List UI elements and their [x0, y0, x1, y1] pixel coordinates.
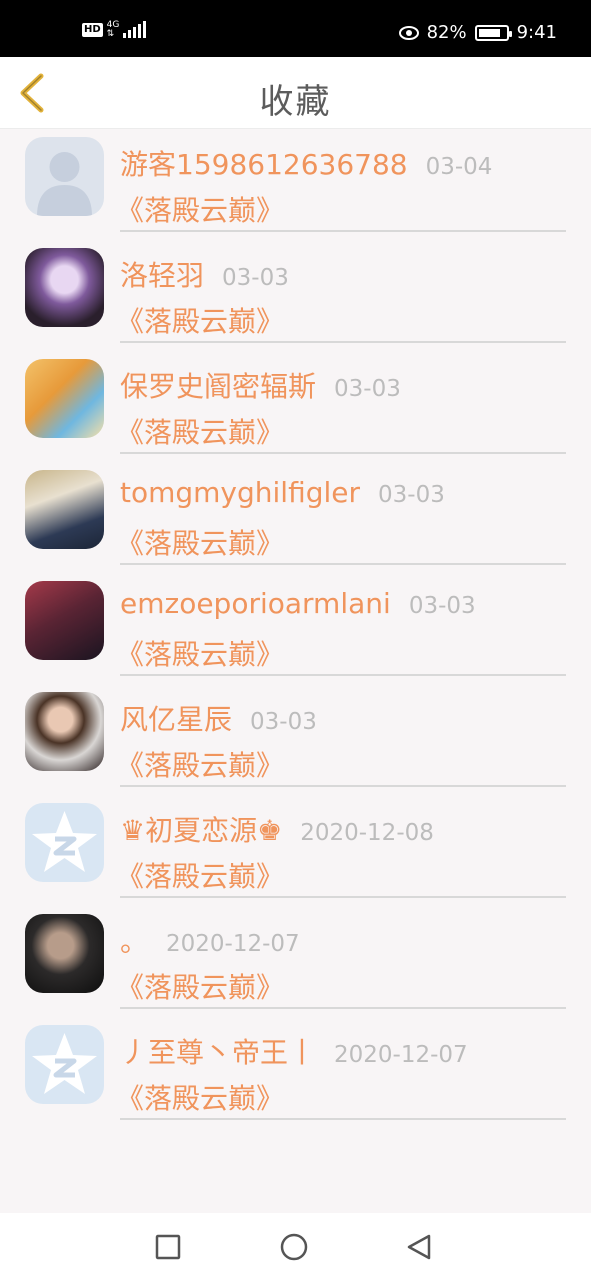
- list-item[interactable]: emzoeporioarmlani 03-03 《落殿云巅》: [0, 573, 591, 684]
- favorite-date: 03-04: [425, 154, 493, 180]
- avatar: [25, 1025, 104, 1104]
- user-name: emzoeporioarmlani: [120, 587, 391, 620]
- status-bar: HD 4G ⇅ 82% 9:41: [0, 0, 591, 57]
- list-item[interactable]: 洛轻羽 03-03 《落殿云巅》: [0, 240, 591, 351]
- divider: [120, 341, 566, 343]
- avatar: [25, 803, 104, 882]
- name-row: emzoeporioarmlani 03-03: [120, 587, 566, 631]
- favorite-date: 03-03: [334, 376, 401, 402]
- user-name: tomgmyghilfigler: [120, 476, 361, 509]
- favorite-date: 03-03: [250, 709, 317, 735]
- user-name: 游客1598612636788: [120, 148, 408, 181]
- work-title[interactable]: 《落殿云巅》: [116, 300, 566, 340]
- item-text: emzoeporioarmlani 03-03 《落殿云巅》: [116, 587, 566, 673]
- divider: [120, 230, 566, 232]
- avatar: [25, 248, 104, 327]
- page-title: 收藏: [259, 82, 332, 122]
- network-type: 4G ⇅: [107, 21, 120, 39]
- name-row: tomgmyghilfigler 03-03: [120, 476, 566, 520]
- back-triangle-icon[interactable]: [405, 1233, 433, 1261]
- battery-icon: [474, 24, 512, 41]
- favorite-date: 2020-12-07: [334, 1042, 468, 1068]
- avatar: [25, 470, 104, 549]
- status-left: HD 4G ⇅: [82, 21, 147, 39]
- divider: [120, 896, 566, 898]
- item-text: 风亿星辰 03-03 《落殿云巅》: [116, 698, 566, 784]
- work-title[interactable]: 《落殿云巅》: [116, 411, 566, 451]
- avatar: [25, 137, 104, 216]
- work-title[interactable]: 《落殿云巅》: [116, 522, 566, 562]
- avatar: [25, 692, 104, 771]
- avatar: [25, 914, 104, 993]
- navigation-bar: [0, 1213, 591, 1280]
- user-name: 风亿星辰: [120, 703, 233, 736]
- divider: [120, 452, 566, 454]
- name-row: 丿至尊丶帝王丨 2020-12-07: [120, 1031, 566, 1075]
- eye-icon: [398, 25, 419, 40]
- avatar: [25, 359, 104, 438]
- clock: 9:41: [516, 22, 557, 43]
- list-item[interactable]: tomgmyghilfigler 03-03 《落殿云巅》: [0, 462, 591, 573]
- item-text: 。 2020-12-07 《落殿云巅》: [116, 920, 566, 1006]
- signal-icon: [123, 21, 147, 38]
- data-arrows-icon: ⇅: [106, 29, 115, 39]
- name-row: ♛初夏恋源♚ 2020-12-08: [120, 809, 566, 853]
- favorite-date: 2020-12-07: [166, 931, 300, 957]
- work-title[interactable]: 《落殿云巅》: [116, 633, 566, 673]
- work-title[interactable]: 《落殿云巅》: [116, 744, 566, 784]
- work-title[interactable]: 《落殿云巅》: [116, 1077, 566, 1117]
- item-text: ♛初夏恋源♚ 2020-12-08 《落殿云巅》: [116, 809, 566, 895]
- work-title[interactable]: 《落殿云巅》: [116, 855, 566, 895]
- item-text: 洛轻羽 03-03 《落殿云巅》: [116, 254, 566, 340]
- favorite-date: 03-03: [222, 265, 289, 291]
- avatar: [25, 581, 104, 660]
- name-row: 游客1598612636788 03-04: [120, 143, 566, 187]
- favorites-list: 游客1598612636788 03-04 《落殿云巅》 洛轻羽 03-03 《落殿云巅》…: [0, 129, 591, 1128]
- name-row: 洛轻羽 03-03: [120, 254, 566, 298]
- favorite-date: 03-03: [408, 593, 476, 619]
- qq-star-icon: [32, 1033, 97, 1094]
- hd-badge: HD: [82, 23, 103, 37]
- list-item[interactable]: ♛初夏恋源♚ 2020-12-08 《落殿云巅》: [0, 795, 591, 906]
- battery-percent: 82%: [426, 22, 467, 43]
- work-title[interactable]: 《落殿云巅》: [116, 189, 566, 229]
- name-row: 。 2020-12-07: [120, 920, 566, 964]
- item-text: tomgmyghilfigler 03-03 《落殿云巅》: [116, 476, 566, 562]
- list-item[interactable]: 保罗史阍密辐斯 03-03 《落殿云巅》: [0, 351, 591, 462]
- user-name: 洛轻羽: [120, 259, 205, 292]
- item-text: 丿至尊丶帝王丨 2020-12-07 《落殿云巅》: [116, 1031, 566, 1117]
- favorite-date: 03-03: [378, 482, 445, 508]
- status-right: 82% 9:41: [398, 22, 557, 43]
- divider: [120, 1007, 566, 1009]
- name-row: 保罗史阍密辐斯 03-03: [120, 365, 566, 409]
- user-name: 保罗史阍密辐斯: [120, 370, 317, 403]
- item-text: 保罗史阍密辐斯 03-03 《落殿云巅》: [116, 365, 566, 451]
- user-name: 。: [120, 925, 149, 958]
- list-item[interactable]: 丿至尊丶帝王丨 2020-12-07 《落殿云巅》: [0, 1017, 591, 1128]
- header: 收藏: [0, 57, 591, 129]
- divider: [120, 1118, 566, 1120]
- favorite-date: 2020-12-08: [300, 820, 434, 846]
- divider: [120, 563, 566, 565]
- list-item[interactable]: 。 2020-12-07 《落殿云巅》: [0, 906, 591, 1017]
- battery-fill: [478, 28, 500, 37]
- qq-star-icon: [32, 811, 97, 872]
- home-icon[interactable]: [280, 1233, 308, 1261]
- default-user-icon: [37, 152, 92, 216]
- item-text: 游客1598612636788 03-04 《落殿云巅》: [116, 143, 566, 229]
- divider: [120, 674, 566, 676]
- name-row: 风亿星辰 03-03: [120, 698, 566, 742]
- divider: [120, 785, 566, 787]
- list-item[interactable]: 风亿星辰 03-03 《落殿云巅》: [0, 684, 591, 795]
- list-item[interactable]: 游客1598612636788 03-04 《落殿云巅》: [0, 129, 591, 240]
- recent-apps-icon[interactable]: [154, 1233, 182, 1261]
- user-name: 丿至尊丶帝王丨: [120, 1036, 317, 1069]
- user-name: ♛初夏恋源♚: [120, 814, 283, 847]
- work-title[interactable]: 《落殿云巅》: [116, 966, 566, 1006]
